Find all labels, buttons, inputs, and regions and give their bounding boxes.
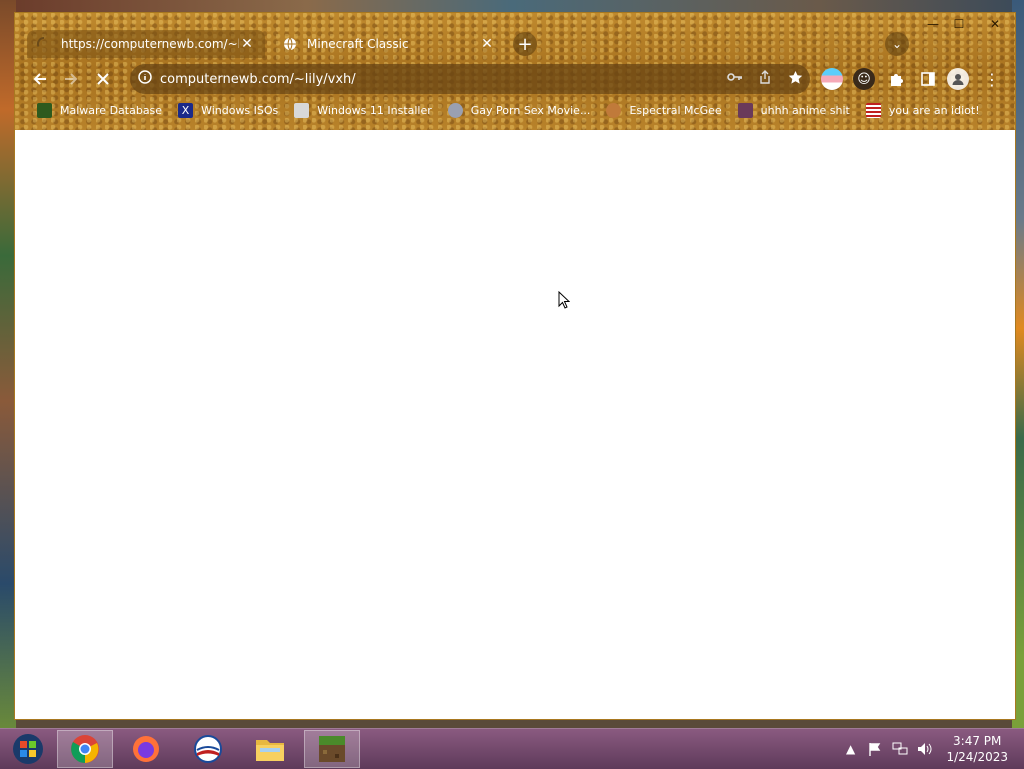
arrow-right-icon bbox=[65, 73, 78, 85]
tray-overflow-icon[interactable]: ▲ bbox=[846, 729, 855, 769]
loading-spinner-icon bbox=[37, 37, 45, 47]
stop-loading-button[interactable] bbox=[90, 66, 116, 92]
chrome-window: — ☐ ✕ https://computernewb.com/~lily/ ✕ … bbox=[14, 12, 1016, 720]
clock-date: 1/24/2023 bbox=[946, 750, 1008, 764]
bookmark-espectral-mcgee[interactable]: Espectral McGee bbox=[598, 102, 729, 118]
bookmarks-bar: Malware Database X Windows ISOs Windows … bbox=[29, 99, 988, 121]
taskbar-minecraft[interactable] bbox=[304, 730, 360, 768]
taskbar-chrome[interactable] bbox=[57, 730, 113, 768]
bookmark-label: Windows 11 Installer bbox=[317, 103, 432, 117]
bookmark-label: Windows ISOs bbox=[201, 103, 279, 117]
minimize-icon: — bbox=[927, 17, 939, 31]
clock-time: 3:47 PM bbox=[953, 734, 1002, 748]
tab-search-button[interactable]: ⌄ bbox=[885, 32, 909, 56]
minimize-button[interactable]: — bbox=[920, 15, 946, 33]
installer-icon bbox=[294, 102, 310, 118]
x-icon: X bbox=[178, 102, 194, 118]
tab-close-icon[interactable]: ✕ bbox=[479, 36, 495, 52]
windows-orb-icon bbox=[13, 734, 43, 764]
action-center-flag-icon[interactable] bbox=[868, 729, 884, 769]
maximize-button[interactable]: ☐ bbox=[946, 15, 972, 33]
grass-block-icon bbox=[319, 736, 345, 762]
bookmark-label: Malware Database bbox=[60, 103, 163, 117]
anime-icon bbox=[737, 102, 753, 118]
close-icon: ✕ bbox=[989, 17, 1001, 31]
disc-icon bbox=[447, 102, 463, 118]
star-icon[interactable] bbox=[780, 70, 810, 89]
bookmark-windows-11-installer[interactable]: Windows 11 Installer bbox=[286, 102, 440, 118]
face-icon bbox=[606, 102, 622, 118]
taskbar: ▲ 3:47 PM 1/24/2023 bbox=[0, 728, 1024, 769]
bookmark-you-are-an-idiot[interactable]: you are an idiot! bbox=[858, 102, 988, 118]
side-panel-icon[interactable] bbox=[917, 68, 939, 90]
tab-close-icon[interactable]: ✕ bbox=[239, 36, 255, 52]
close-window-button[interactable]: ✕ bbox=[979, 15, 1011, 33]
new-tab-button[interactable]: + bbox=[513, 32, 537, 56]
info-icon[interactable] bbox=[130, 70, 160, 88]
puzzle-extensions-icon[interactable] bbox=[885, 68, 907, 90]
folder-icon bbox=[256, 740, 284, 761]
maximize-icon: ☐ bbox=[953, 17, 965, 31]
taskbar-file-explorer[interactable] bbox=[242, 730, 298, 768]
profile-avatar-icon[interactable] bbox=[947, 68, 969, 90]
virus-icon bbox=[37, 102, 52, 118]
url-text[interactable]: computernewb.com/~lily/vxh/ bbox=[160, 72, 720, 87]
taskbar-clock[interactable]: 3:47 PM 1/24/2023 bbox=[946, 733, 1008, 765]
forward-button[interactable] bbox=[58, 66, 84, 92]
volume-icon[interactable] bbox=[916, 729, 932, 769]
trans-flag-extension-icon[interactable] bbox=[821, 68, 843, 90]
bookmark-uhhh-anime-shit[interactable]: uhhh anime shit bbox=[730, 102, 858, 118]
browser-frame: — ☐ ✕ https://computernewb.com/~lily/ ✕ … bbox=[15, 13, 1015, 130]
bookmark-malware-database[interactable]: Malware Database bbox=[29, 102, 170, 118]
back-button[interactable] bbox=[27, 66, 53, 92]
bookmark-label: Espectral McGee bbox=[629, 103, 722, 117]
obama-logo-icon bbox=[194, 735, 222, 763]
globe-icon bbox=[284, 37, 296, 51]
network-icon[interactable] bbox=[892, 729, 908, 769]
key-icon[interactable] bbox=[720, 71, 750, 87]
taskbar-obama[interactable] bbox=[180, 730, 236, 768]
bookmark-windows-isos[interactable]: X Windows ISOs bbox=[170, 102, 286, 118]
mouse-cursor-icon bbox=[558, 291, 570, 309]
plus-icon: + bbox=[517, 33, 533, 55]
taskbar-firefox[interactable] bbox=[118, 730, 174, 768]
tab-minecraft-classic[interactable]: Minecraft Classic ✕ bbox=[273, 30, 505, 58]
page-content[interactable] bbox=[15, 130, 1015, 719]
chrome-icon bbox=[71, 735, 99, 763]
bookmark-gay-porn-sex-movie[interactable]: Gay Porn Sex Movie... bbox=[440, 102, 599, 118]
tab-title: https://computernewb.com/~lily/ bbox=[61, 37, 239, 51]
tab-computernewb[interactable]: https://computernewb.com/~lily/ ✕ bbox=[27, 30, 265, 58]
profile-extension-icon[interactable]: ☺ bbox=[853, 68, 875, 90]
arrow-left-icon bbox=[33, 73, 46, 85]
share-icon[interactable] bbox=[750, 70, 780, 88]
tab-title: Minecraft Classic bbox=[307, 37, 409, 51]
start-button[interactable] bbox=[0, 730, 56, 768]
bookmark-label: uhhh anime shit bbox=[760, 103, 850, 117]
firefox-icon bbox=[133, 736, 159, 762]
bookmark-label: Gay Porn Sex Movie... bbox=[470, 103, 591, 117]
stop-icon bbox=[97, 73, 109, 85]
address-bar[interactable]: computernewb.com/~lily/vxh/ bbox=[130, 64, 810, 94]
flag-icon bbox=[865, 102, 881, 118]
kebab-menu-icon[interactable]: ⋮ bbox=[981, 68, 1003, 90]
bookmark-label: you are an idiot! bbox=[888, 103, 980, 117]
chevron-down-icon: ⌄ bbox=[891, 37, 903, 51]
